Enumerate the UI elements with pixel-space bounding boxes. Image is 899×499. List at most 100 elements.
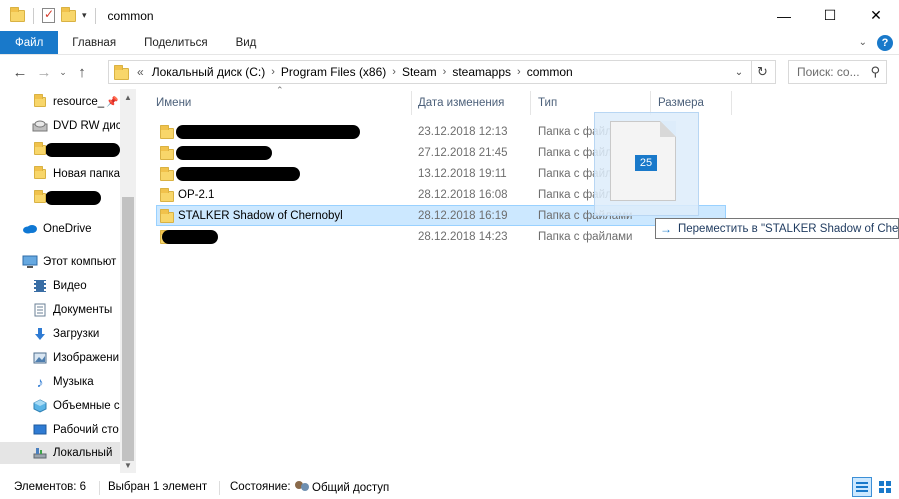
- sidebar-item-label: resource_: [53, 96, 105, 108]
- details-view-button[interactable]: [852, 477, 872, 497]
- redacted-name: [176, 145, 272, 160]
- search-box[interactable]: ⚲: [788, 60, 887, 84]
- documents-icon: [32, 302, 48, 318]
- desktop-icon: [32, 422, 48, 438]
- tab-file[interactable]: Файл: [0, 31, 59, 54]
- breadcrumb-overflow[interactable]: «: [129, 65, 148, 79]
- column-divider[interactable]: [530, 91, 531, 115]
- sidebar-item-new-folder[interactable]: Новая папка: [0, 163, 120, 185]
- folder-icon: [114, 64, 129, 80]
- column-divider[interactable]: [411, 91, 412, 115]
- refresh-icon[interactable]: ↻: [751, 61, 773, 83]
- sort-ascending-icon: ⌃: [276, 85, 284, 95]
- sidebar-item-resource[interactable]: resource_ 📌: [0, 91, 120, 113]
- file-type: Папка с файлами: [538, 230, 633, 243]
- minimize-button[interactable]: —: [761, 0, 807, 31]
- sidebar-item-redacted[interactable]: [0, 187, 120, 209]
- sidebar-item-video[interactable]: Видео: [0, 275, 120, 297]
- dvd-drive-icon: [32, 118, 48, 134]
- sidebar-item-onedrive[interactable]: OneDrive: [0, 218, 120, 240]
- scroll-up-icon[interactable]: ▲: [120, 89, 136, 105]
- breadcrumb-steam[interactable]: Steam: [398, 65, 441, 79]
- large-icons-view-icon: [879, 481, 891, 493]
- folder-icon[interactable]: [10, 6, 25, 22]
- drag-tooltip-text: Переместить в "STALKER Shadow of Chernob…: [678, 222, 899, 235]
- search-input[interactable]: [797, 65, 865, 79]
- sidebar-item-label: Локальный: [53, 447, 113, 459]
- file-date: 28.12.2018 16:08: [418, 188, 508, 201]
- breadcrumb-separator[interactable]: ›: [441, 66, 449, 78]
- breadcrumb-local-disk[interactable]: Локальный диск (C:): [148, 65, 270, 79]
- status-bar: Элементов: 6 Выбран 1 элемент Состояние:…: [0, 477, 899, 499]
- back-arrow-icon[interactable]: ←: [8, 60, 32, 84]
- video-icon: [32, 278, 48, 294]
- breadcrumb-common[interactable]: common: [523, 65, 577, 79]
- file-date: 13.12.2018 19:11: [418, 167, 507, 180]
- scrollbar-thumb[interactable]: [122, 197, 134, 461]
- status-state-value: Общий доступ: [312, 482, 390, 495]
- close-button[interactable]: ✕: [853, 0, 899, 31]
- search-icon[interactable]: ⚲: [870, 64, 880, 80]
- move-arrow-icon: →: [660, 221, 672, 236]
- properties-icon[interactable]: [42, 7, 55, 23]
- sidebar-item-label: OneDrive: [43, 223, 92, 235]
- help-icon[interactable]: ?: [877, 34, 893, 51]
- new-folder-icon[interactable]: [61, 6, 76, 22]
- this-pc-icon: [22, 254, 38, 270]
- chevron-down-icon[interactable]: ⌄: [729, 61, 749, 83]
- breadcrumb-program-files[interactable]: Program Files (x86): [277, 65, 390, 79]
- divider: [219, 481, 220, 495]
- forward-arrow-icon[interactable]: →: [32, 60, 56, 84]
- folder-icon: [32, 190, 48, 206]
- sidebar-item-redacted[interactable]: [0, 139, 120, 161]
- divider: [99, 481, 100, 495]
- sidebar-item-pictures[interactable]: Изображени: [0, 347, 120, 369]
- breadcrumb-separator[interactable]: ›: [515, 66, 523, 78]
- sidebar-item-label: Музыка: [53, 376, 94, 388]
- redacted-name: [162, 229, 218, 244]
- folder-icon: [160, 209, 174, 223]
- shared-users-icon: [294, 481, 310, 495]
- file-date: 23.12.2018 12:13: [418, 125, 508, 138]
- sidebar-item-downloads[interactable]: Загрузки: [0, 323, 120, 345]
- status-state-label: Состояние:: [230, 481, 291, 493]
- breadcrumb-separator[interactable]: ›: [390, 66, 398, 78]
- redacted-name: [176, 124, 360, 139]
- drag-tooltip: → Переместить в "STALKER Shadow of Chern…: [655, 218, 899, 239]
- breadcrumb-steamapps[interactable]: steamapps: [448, 65, 515, 79]
- column-header-date[interactable]: Дата изменения: [418, 91, 504, 115]
- status-items-count: Элементов: 6: [14, 481, 87, 493]
- column-header-type[interactable]: Тип: [538, 91, 557, 115]
- tab-view[interactable]: Вид: [222, 31, 271, 54]
- sidebar-scrollbar[interactable]: ▲ ▼: [120, 89, 136, 473]
- divider: [33, 7, 34, 24]
- address-bar[interactable]: « Локальный диск (C:) › Program Files (x…: [108, 60, 776, 84]
- file-row[interactable]: 28.12.2018 14:23 Папка с файлами: [156, 226, 726, 247]
- recent-locations-icon[interactable]: ⌄: [56, 60, 70, 84]
- onedrive-icon: [22, 221, 38, 237]
- sidebar-item-this-pc[interactable]: Этот компьют: [0, 251, 120, 273]
- drag-preview: 25: [594, 112, 699, 216]
- pictures-icon: [32, 350, 48, 366]
- tab-home[interactable]: Главная: [58, 31, 130, 54]
- expand-ribbon-icon[interactable]: ⌄: [859, 37, 867, 48]
- large-icons-view-button[interactable]: [875, 477, 895, 497]
- maximize-button[interactable]: ☐: [807, 0, 853, 31]
- sidebar-item-desktop[interactable]: Рабочий сто: [0, 419, 120, 441]
- sidebar-item-documents[interactable]: Документы: [0, 299, 120, 321]
- column-divider[interactable]: [731, 91, 732, 115]
- scroll-down-icon[interactable]: ▼: [120, 457, 136, 473]
- sidebar-item-label: Видео: [53, 280, 87, 292]
- status-selected: Выбран 1 элемент: [108, 481, 208, 493]
- folder-icon: [32, 166, 48, 182]
- tab-share[interactable]: Поделиться: [130, 31, 222, 54]
- sidebar-item-music[interactable]: ♪ Музыка: [0, 371, 120, 393]
- breadcrumb-separator[interactable]: ›: [269, 66, 277, 78]
- up-arrow-icon[interactable]: ↑: [70, 60, 94, 84]
- file-date: 28.12.2018 14:23: [418, 230, 508, 243]
- column-header-name[interactable]: Имени: [156, 91, 191, 115]
- sidebar-item-dvd[interactable]: DVD RW дис: [0, 115, 120, 137]
- sidebar-item-local-disk[interactable]: Локальный: [0, 442, 120, 464]
- sidebar-item-3d-objects[interactable]: Объемные с: [0, 395, 120, 417]
- customize-quick-access-icon[interactable]: ▾: [82, 10, 87, 21]
